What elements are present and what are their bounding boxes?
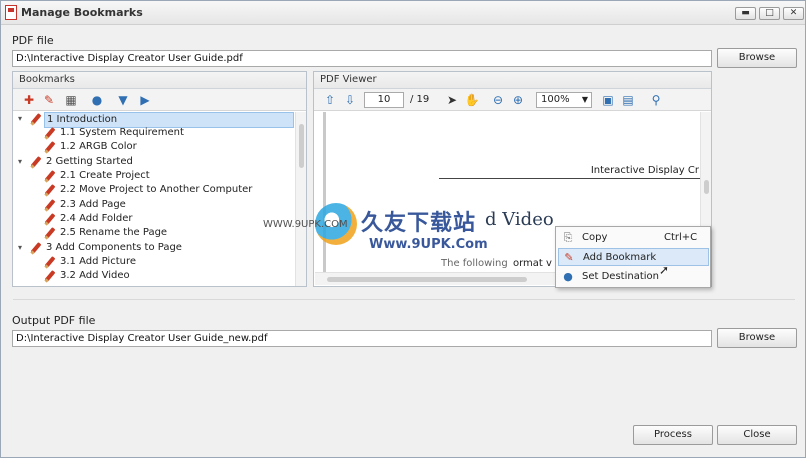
tree-item-label: 3.2 Add Video xyxy=(60,270,130,281)
set-destination-icon[interactable]: ● xyxy=(89,92,105,108)
tree-item-label: 2 Getting Started xyxy=(46,156,133,167)
bookmarks-toolbar: ✚ ✎ ▦ ● ▼ ▶ xyxy=(13,89,306,111)
tree-item-label: 1.1 System Requirement xyxy=(60,127,184,138)
close-window-button[interactable]: ✕ xyxy=(783,7,804,20)
hand-tool-icon[interactable]: ✋ xyxy=(464,92,480,108)
bookmark-icon xyxy=(30,113,42,125)
menu-item-label: Set Destination xyxy=(582,271,659,282)
bookmark-icon xyxy=(44,170,56,182)
watermark-url: Www.9UPK.Com xyxy=(369,237,488,252)
window-title: Manage Bookmarks xyxy=(21,6,143,19)
bookmark-icon xyxy=(44,213,56,225)
search-icon[interactable]: ⚲ xyxy=(648,92,664,108)
collapse-icon[interactable]: ▾ xyxy=(18,241,26,255)
menu-item-shortcut: Ctrl+C xyxy=(664,232,698,243)
zoom-select[interactable]: 100% ▼ xyxy=(536,92,592,108)
pdf-file-label: PDF file xyxy=(12,34,54,47)
location-pin-icon: ● xyxy=(563,270,573,283)
tree-item-label: 3 Add Components to Page xyxy=(46,242,182,253)
page-total: / 19 xyxy=(410,94,430,105)
next-page-icon[interactable]: ⇩ xyxy=(342,92,358,108)
tree-item-label: 1.2 ARGB Color xyxy=(60,141,137,152)
viewer-toolbar: ⇧ ⇩ 10 / 19 ➤ ✋ ⊖ ⊕ 100% ▼ ▣ ▤ ⚲ xyxy=(314,89,711,111)
scrollbar-thumb[interactable] xyxy=(704,180,709,194)
previous-page-icon[interactable]: ⇧ xyxy=(322,92,338,108)
add-bookmark-icon: ✎ xyxy=(564,251,574,264)
bookmark-icon xyxy=(44,184,56,196)
bookmarks-tree: ▾ 1 Introduction 1.1 System Requirement … xyxy=(14,112,304,286)
site-watermark: 久友下载站 WWW.9UPK.COM Www.9UPK.Com xyxy=(263,199,525,263)
fit-width-icon[interactable]: ▣ xyxy=(600,92,616,108)
maximize-button[interactable]: □ xyxy=(759,7,780,20)
mouse-cursor-icon: ➚ xyxy=(659,263,670,277)
tree-item-label: 2.5 Rename the Page xyxy=(60,227,168,238)
collapse-icon[interactable]: ▾ xyxy=(18,112,26,126)
bookmark-icon xyxy=(44,199,56,211)
edit-bookmark-icon[interactable]: ✎ xyxy=(41,92,57,108)
bookmark-icon xyxy=(30,242,42,254)
menu-item-copy[interactable]: ⎘ Copy Ctrl+C xyxy=(558,229,709,247)
chevron-down-icon: ▼ xyxy=(581,95,588,104)
zoom-in-icon[interactable]: ⊕ xyxy=(510,92,526,108)
tree-item-label: 2.3 Add Page xyxy=(60,199,126,210)
doc-running-header: Interactive Display Cr xyxy=(590,165,699,176)
bookmark-icon xyxy=(44,227,56,239)
menu-item-label: Copy xyxy=(582,232,608,243)
browse-input-button[interactable]: Browse xyxy=(717,48,797,68)
zoom-out-icon[interactable]: ⊖ xyxy=(490,92,506,108)
manage-bookmarks-window: Manage Bookmarks ▬ □ ✕ PDF file D:\Inter… xyxy=(0,0,806,458)
collapse-icon[interactable]: ▾ xyxy=(18,155,26,169)
bookmark-icon xyxy=(44,256,56,268)
move-down-icon[interactable]: ▼ xyxy=(115,92,131,108)
pdf-viewer-title: PDF Viewer xyxy=(314,72,711,89)
copy-icon: ⎘ xyxy=(563,231,573,244)
output-file-field[interactable]: D:\Interactive Display Creator User Guid… xyxy=(12,330,712,347)
bookmarks-panel-title: Bookmarks xyxy=(13,72,306,89)
watermark-title: 久友下载站 xyxy=(361,211,477,236)
browse-output-button[interactable]: Browse xyxy=(717,328,797,348)
watermark-url-left: WWW.9UPK.COM xyxy=(263,219,348,230)
separator xyxy=(13,299,795,300)
scrollbar-thumb[interactable] xyxy=(327,277,527,282)
bookmark-icon xyxy=(30,156,42,168)
title-bar: Manage Bookmarks ▬ □ ✕ xyxy=(1,1,805,25)
menu-item-label: Add Bookmark xyxy=(583,252,657,263)
bookmark-icon xyxy=(44,127,56,139)
zoom-value: 100% xyxy=(541,94,570,105)
tree-item-label: 2.2 Move Project to Another Computer xyxy=(60,184,253,195)
move-right-icon[interactable]: ▶ xyxy=(137,92,153,108)
tree-item-label: 2.1 Create Project xyxy=(60,170,150,181)
delete-icon[interactable]: ▦ xyxy=(63,92,79,108)
app-pdf-icon xyxy=(5,5,17,20)
output-file-label: Output PDF file xyxy=(12,314,96,327)
scrollbar-thumb[interactable] xyxy=(299,124,304,168)
menu-item-set-destination[interactable]: ● Set Destination xyxy=(558,268,709,286)
close-button[interactable]: Close xyxy=(717,425,797,445)
page-number-input[interactable]: 10 xyxy=(364,92,404,108)
pdf-file-field[interactable]: D:\Interactive Display Creator User Guid… xyxy=(12,50,712,67)
tree-item-label: 3.1 Add Picture xyxy=(60,256,137,267)
bookmark-icon xyxy=(44,141,56,153)
add-bookmark-icon[interactable]: ✚ xyxy=(21,92,37,108)
fit-page-icon[interactable]: ▤ xyxy=(620,92,636,108)
process-button[interactable]: Process xyxy=(633,425,713,445)
tree-item-label: 2.4 Add Folder xyxy=(60,213,133,224)
bookmark-icon xyxy=(44,270,56,282)
select-cursor-icon[interactable]: ➤ xyxy=(444,92,460,108)
context-menu: ⎘ Copy Ctrl+C ✎ Add Bookmark ● Set Desti… xyxy=(555,226,711,288)
menu-item-add-bookmark[interactable]: ✎ Add Bookmark xyxy=(558,248,709,266)
minimize-button[interactable]: ▬ xyxy=(735,7,756,20)
doc-header-rule xyxy=(439,178,701,179)
